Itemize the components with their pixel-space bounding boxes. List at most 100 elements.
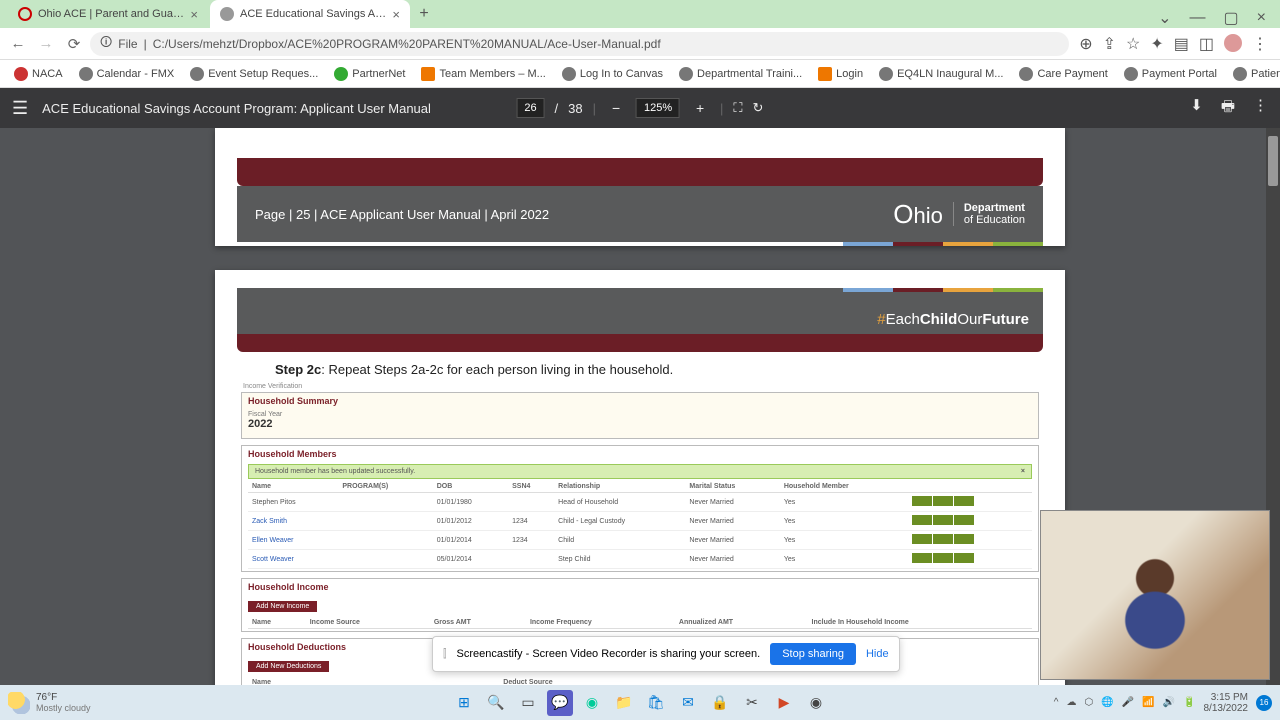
wifi-icon[interactable]: 📶 bbox=[1142, 697, 1154, 708]
download-icon[interactable]: ⬇ bbox=[1190, 96, 1203, 121]
volume-icon[interactable]: 🔊 bbox=[1163, 697, 1175, 708]
store-icon[interactable]: 🛍 bbox=[643, 690, 669, 716]
weather-cond: Mostly cloudy bbox=[36, 703, 91, 713]
url-scheme: File bbox=[118, 37, 137, 51]
zoom-level[interactable]: 125% bbox=[636, 98, 680, 118]
step-instruction: Step 2c: Repeat Steps 2a-2c for each per… bbox=[215, 352, 1065, 383]
browser-tabs: Ohio ACE | Parent and Guardian × ACE Edu… bbox=[0, 0, 436, 28]
section-income-verif: Income Verification bbox=[215, 383, 1065, 390]
share-icon[interactable]: ⇪ bbox=[1103, 34, 1116, 54]
chrome-icon[interactable]: ◉ bbox=[803, 690, 829, 716]
tray-icon[interactable]: ⬡ bbox=[1085, 697, 1094, 708]
back-button[interactable]: ← bbox=[6, 32, 30, 56]
scroll-thumb[interactable] bbox=[1268, 136, 1278, 186]
clock[interactable]: 3:15 PM8/13/2022 bbox=[1204, 692, 1249, 714]
bookmark-naca[interactable]: NACA bbox=[8, 65, 69, 83]
app-icon[interactable]: 🔒 bbox=[707, 690, 733, 716]
notifications-icon[interactable]: 16 bbox=[1256, 695, 1272, 711]
pdf-page-25-footer: Page | 25 | ACE Applicant User Manual | … bbox=[215, 128, 1065, 246]
rotate-icon[interactable]: ↻ bbox=[753, 100, 764, 116]
task-view-button[interactable]: ▭ bbox=[515, 690, 541, 716]
zoom-icon[interactable]: ⊕ bbox=[1079, 34, 1092, 54]
bookmark-event[interactable]: Event Setup Reques... bbox=[184, 65, 324, 83]
page-total: 38 bbox=[568, 101, 582, 116]
start-button[interactable]: ⊞ bbox=[451, 690, 477, 716]
battery-icon[interactable]: 🔋 bbox=[1183, 697, 1195, 708]
tab-title: Ohio ACE | Parent and Guardian bbox=[38, 8, 184, 20]
pdf-more-icon[interactable]: ⋮ bbox=[1253, 96, 1268, 121]
window-controls: ⌄ — ▢ × bbox=[1158, 8, 1280, 28]
reading-list-icon[interactable]: ▤ bbox=[1174, 34, 1189, 54]
snip-icon[interactable]: ✂ bbox=[739, 690, 765, 716]
box-header: Household Summary bbox=[242, 393, 1038, 409]
dismiss-icon[interactable]: × bbox=[1021, 468, 1025, 475]
onedrive-icon[interactable]: ☁ bbox=[1067, 697, 1077, 708]
profile-icon[interactable] bbox=[1224, 34, 1242, 52]
fiscal-year-label: Fiscal Year bbox=[248, 411, 1032, 418]
sidepanel-icon[interactable]: ◫ bbox=[1199, 34, 1214, 54]
close-icon[interactable]: × bbox=[190, 7, 198, 22]
zoom-out-button[interactable]: − bbox=[606, 98, 626, 118]
bookmark-eq4ln[interactable]: EQ4LN Inaugural M... bbox=[873, 65, 1009, 83]
page-footer-text: Page | 25 | ACE Applicant User Manual | … bbox=[255, 207, 549, 222]
bookmark-portal[interactable]: Payment Portal bbox=[1118, 65, 1223, 83]
webcam-overlay[interactable] bbox=[1040, 510, 1270, 680]
household-members-box: Household Members Household member has b… bbox=[241, 445, 1039, 572]
bookmark-partnernet[interactable]: PartnerNet bbox=[328, 65, 411, 83]
pdf-menu-icon[interactable]: ☰ bbox=[12, 98, 28, 119]
menu-icon[interactable]: ⋮ bbox=[1252, 34, 1268, 54]
weather-widget[interactable]: 76°FMostly cloudy bbox=[8, 692, 91, 714]
stop-sharing-button[interactable]: Stop sharing bbox=[770, 643, 856, 665]
extensions-icon[interactable]: ✦ bbox=[1150, 34, 1163, 54]
pdf-toolbar: ☰ ACE Educational Savings Account Progra… bbox=[0, 88, 1280, 128]
explorer-icon[interactable]: 📁 bbox=[611, 690, 637, 716]
new-tab-button[interactable]: + bbox=[412, 0, 436, 28]
toolbar-icons: ⊕ ⇪ ☆ ✦ ▤ ◫ ⋮ bbox=[1073, 34, 1274, 54]
search-button[interactable]: 🔍 bbox=[483, 690, 509, 716]
box-header: Household Members bbox=[242, 446, 1038, 462]
omnibox[interactable]: 🛈 File | C:/Users/mehzt/Dropbox/ACE%20PR… bbox=[90, 32, 1069, 56]
add-income-button[interactable]: Add New Income bbox=[248, 601, 317, 612]
forward-button[interactable]: → bbox=[34, 32, 58, 56]
file-icon: 🛈 bbox=[100, 33, 112, 54]
tab-title: ACE Educational Savings Accoun bbox=[240, 8, 386, 20]
hide-share-button[interactable]: Hide bbox=[866, 648, 889, 660]
reload-button[interactable]: ⟳ bbox=[62, 32, 86, 56]
page-sep: / bbox=[555, 101, 559, 116]
weather-icon bbox=[8, 692, 30, 714]
bookmark-calendar[interactable]: Calendar - FMX bbox=[73, 65, 181, 83]
table-row: Scott Weaver05/01/2014Step ChildNever Ma… bbox=[248, 550, 1032, 569]
bookmark-dept[interactable]: Departmental Traini... bbox=[673, 65, 808, 83]
mic-icon[interactable]: 🎤 bbox=[1122, 697, 1134, 708]
maximize-icon[interactable]: ▢ bbox=[1224, 8, 1239, 28]
add-deduction-button[interactable]: Add New Deductions bbox=[248, 661, 329, 672]
taskbar-apps: ⊞ 🔍 ▭ 💬 ◉ 📁 🛍 ✉ 🔒 ✂ ▶ ◉ bbox=[451, 690, 829, 716]
address-bar: ← → ⟳ 🛈 File | C:/Users/mehzt/Dropbox/AC… bbox=[0, 28, 1280, 60]
bookmark-care[interactable]: Care Payment bbox=[1013, 65, 1113, 83]
star-icon[interactable]: ☆ bbox=[1126, 34, 1140, 54]
powerpoint-icon[interactable]: ▶ bbox=[771, 690, 797, 716]
table-row: Ellen Weaver01/01/20141234ChildNever Mar… bbox=[248, 531, 1032, 550]
tray-chevron-icon[interactable]: ^ bbox=[1054, 697, 1059, 708]
bookmark-patients[interactable]: Patient Payments bbox=[1227, 65, 1280, 83]
bookmark-login[interactable]: Login bbox=[812, 65, 869, 83]
minimize-icon[interactable]: — bbox=[1190, 9, 1206, 27]
fit-page-icon[interactable]: ⛶ bbox=[733, 100, 742, 116]
tab-ace-savings[interactable]: ACE Educational Savings Accoun × bbox=[210, 0, 410, 28]
bookmark-canvas[interactable]: Log In to Canvas bbox=[556, 65, 669, 83]
favicon bbox=[18, 7, 32, 21]
print-icon[interactable]: 🖶 bbox=[1221, 96, 1235, 121]
bookmark-team[interactable]: Team Members – M... bbox=[415, 65, 551, 83]
language-icon[interactable]: 🌐 bbox=[1101, 697, 1113, 708]
teams-icon[interactable]: 💬 bbox=[547, 690, 573, 716]
edge-icon[interactable]: ◉ bbox=[579, 690, 605, 716]
tab-ohio-ace[interactable]: Ohio ACE | Parent and Guardian × bbox=[8, 0, 208, 28]
page-input[interactable] bbox=[517, 98, 545, 118]
chevron-down-icon[interactable]: ⌄ bbox=[1158, 8, 1171, 28]
mail-icon[interactable]: ✉ bbox=[675, 690, 701, 716]
close-icon[interactable]: × bbox=[392, 7, 400, 22]
zoom-in-button[interactable]: + bbox=[690, 98, 710, 118]
drag-handle-icon[interactable]: ⫿ bbox=[443, 648, 447, 661]
ohio-logo: Ohio Departmentof Education bbox=[893, 199, 1025, 230]
close-window-icon[interactable]: × bbox=[1257, 9, 1266, 27]
